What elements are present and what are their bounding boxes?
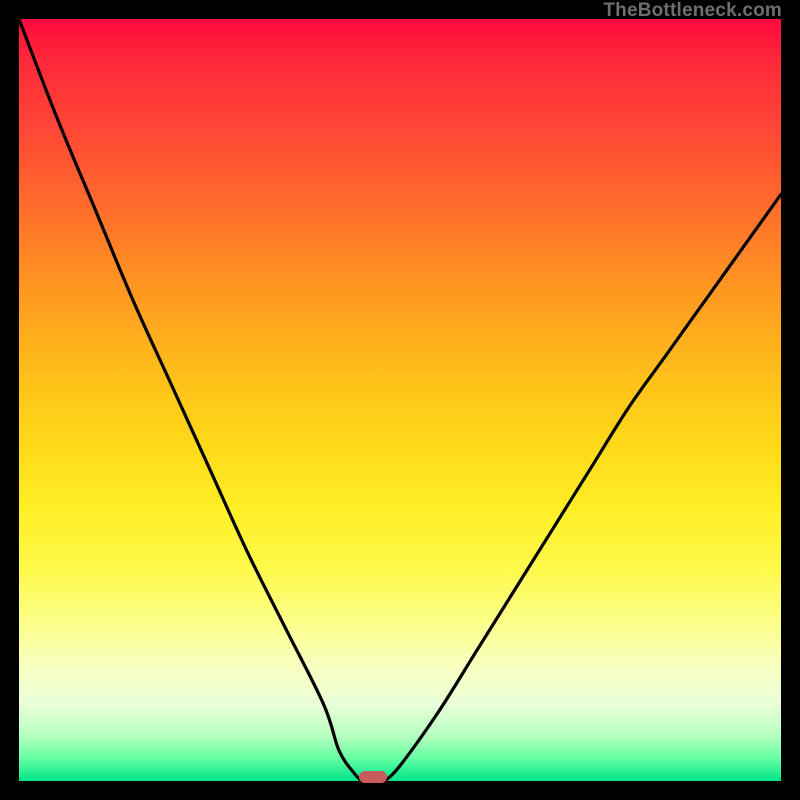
plot-area <box>19 19 781 781</box>
minimum-marker <box>359 771 387 783</box>
curve-layer <box>19 19 781 781</box>
right-curve <box>385 194 781 781</box>
left-curve <box>19 19 362 781</box>
chart-container: { "watermark": "TheBottleneck.com", "col… <box>0 0 800 800</box>
